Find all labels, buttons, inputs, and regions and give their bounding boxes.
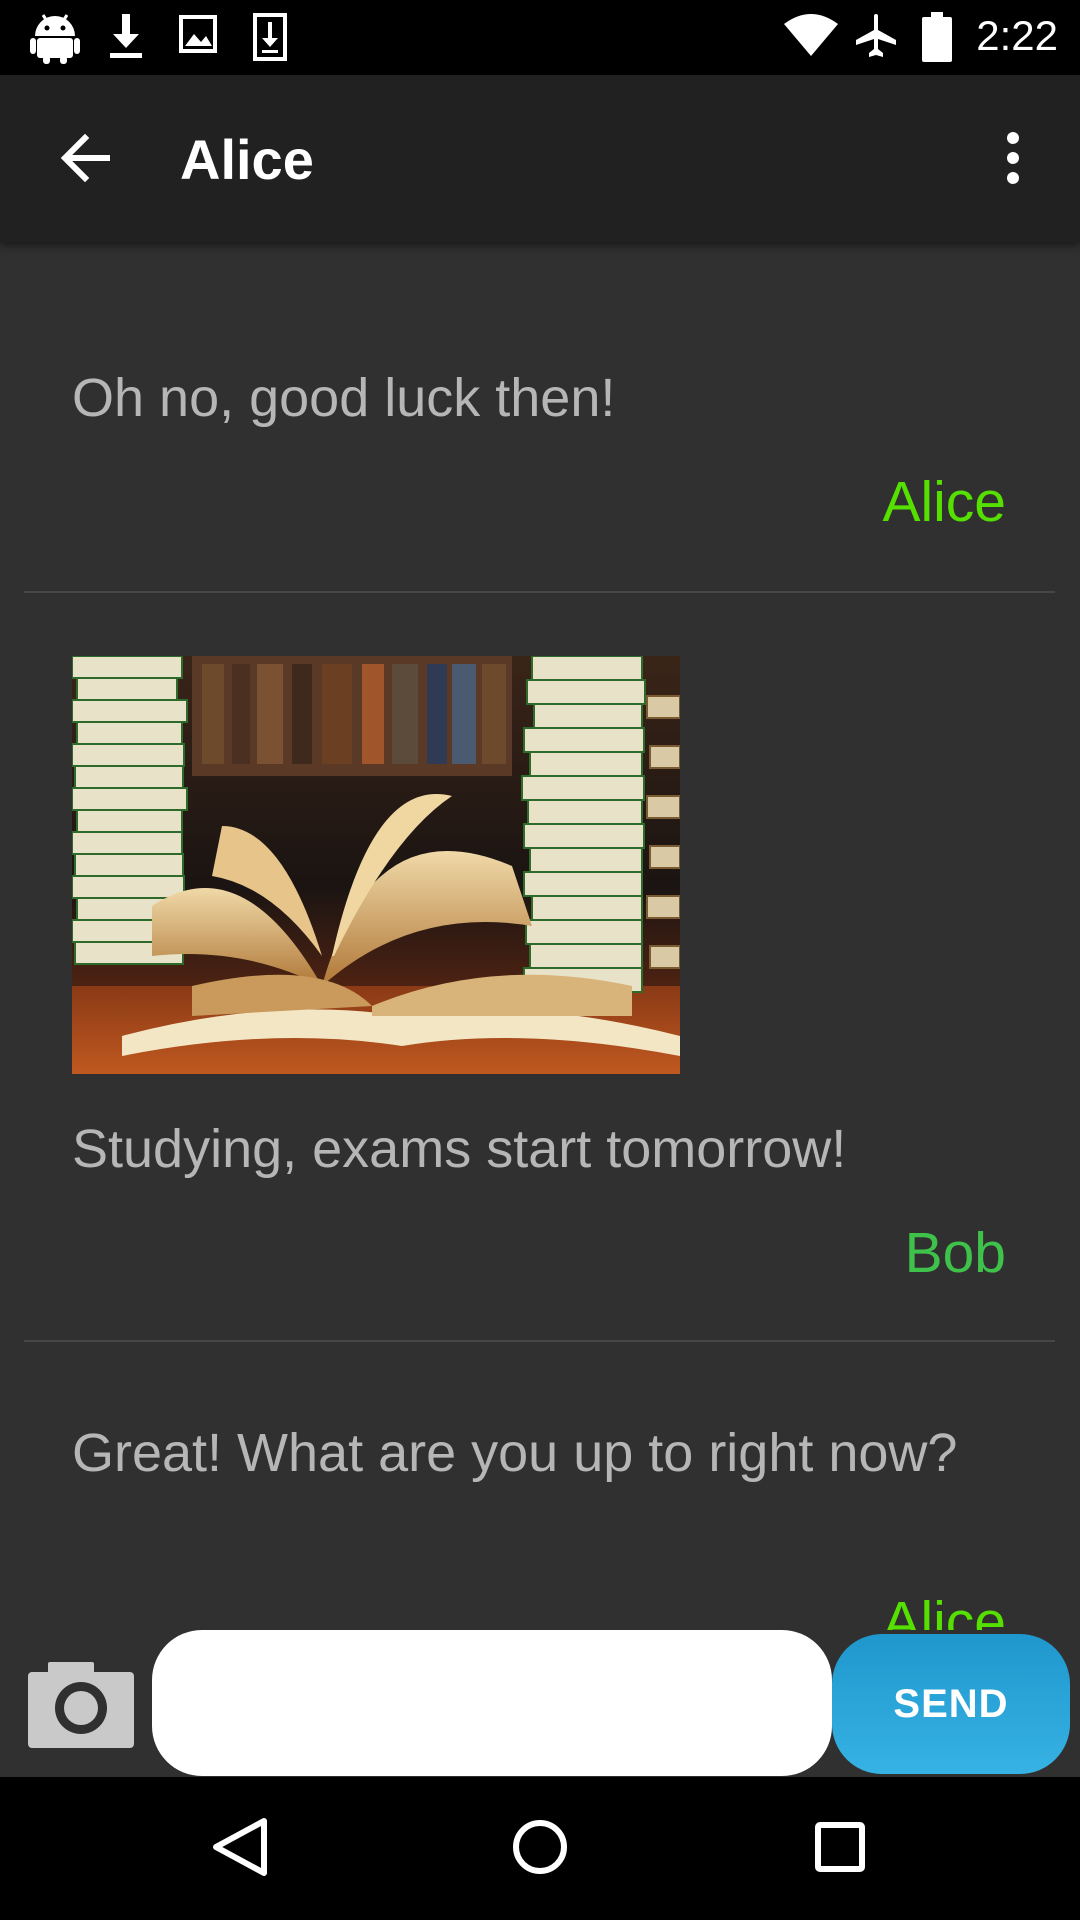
camera-button[interactable] [28, 1662, 134, 1748]
message-text: Studying, exams start tomorrow! [72, 1119, 847, 1179]
navigation-bar [0, 1777, 1080, 1920]
camera-icon [28, 1662, 134, 1748]
image-icon [179, 15, 217, 53]
message-list[interactable]: Oh no, good luck then! Alice Studying, e… [0, 242, 1080, 1630]
nav-recents-button[interactable] [800, 1807, 880, 1887]
airplane-mode-icon [856, 14, 896, 57]
message-item: Studying, exams start tomorrow! Bob [0, 593, 1080, 1343]
message-text: Oh no, good luck then! [72, 368, 616, 428]
home-circle-icon [513, 1820, 567, 1874]
message-sender: Alice [882, 1590, 1006, 1630]
message-sender: Alice [882, 470, 1006, 534]
send-button[interactable]: SEND [832, 1634, 1070, 1774]
battery-icon [922, 12, 952, 62]
app-bar: Alice [0, 75, 1080, 242]
status-bar: 2:22 [0, 0, 1080, 75]
back-triangle-icon [213, 1818, 267, 1876]
recents-square-icon [815, 1822, 865, 1872]
android-icon [30, 14, 80, 64]
more-vert-icon [1007, 132, 1019, 184]
status-time: 2:22 [976, 12, 1058, 59]
overflow-menu-button[interactable] [970, 115, 1056, 201]
download-file-icon [253, 13, 287, 61]
arrow-left-icon [60, 134, 110, 182]
composer-bar: SEND [0, 1630, 1080, 1777]
nav-home-button[interactable] [500, 1807, 580, 1887]
page-title: Alice [180, 128, 314, 191]
nav-back-button[interactable] [200, 1807, 280, 1887]
wifi-icon [784, 14, 838, 56]
books-photo[interactable] [72, 656, 680, 1074]
message-sender: Bob [904, 1221, 1006, 1285]
message-text: Great! What are you up to right now? [72, 1423, 958, 1483]
message-item: Oh no, good luck then! Alice [0, 242, 1080, 592]
download-icon [110, 14, 142, 58]
message-item: Great! What are you up to right now? Ali… [0, 1342, 1080, 1630]
back-button[interactable] [42, 115, 128, 201]
message-input[interactable] [152, 1630, 832, 1776]
